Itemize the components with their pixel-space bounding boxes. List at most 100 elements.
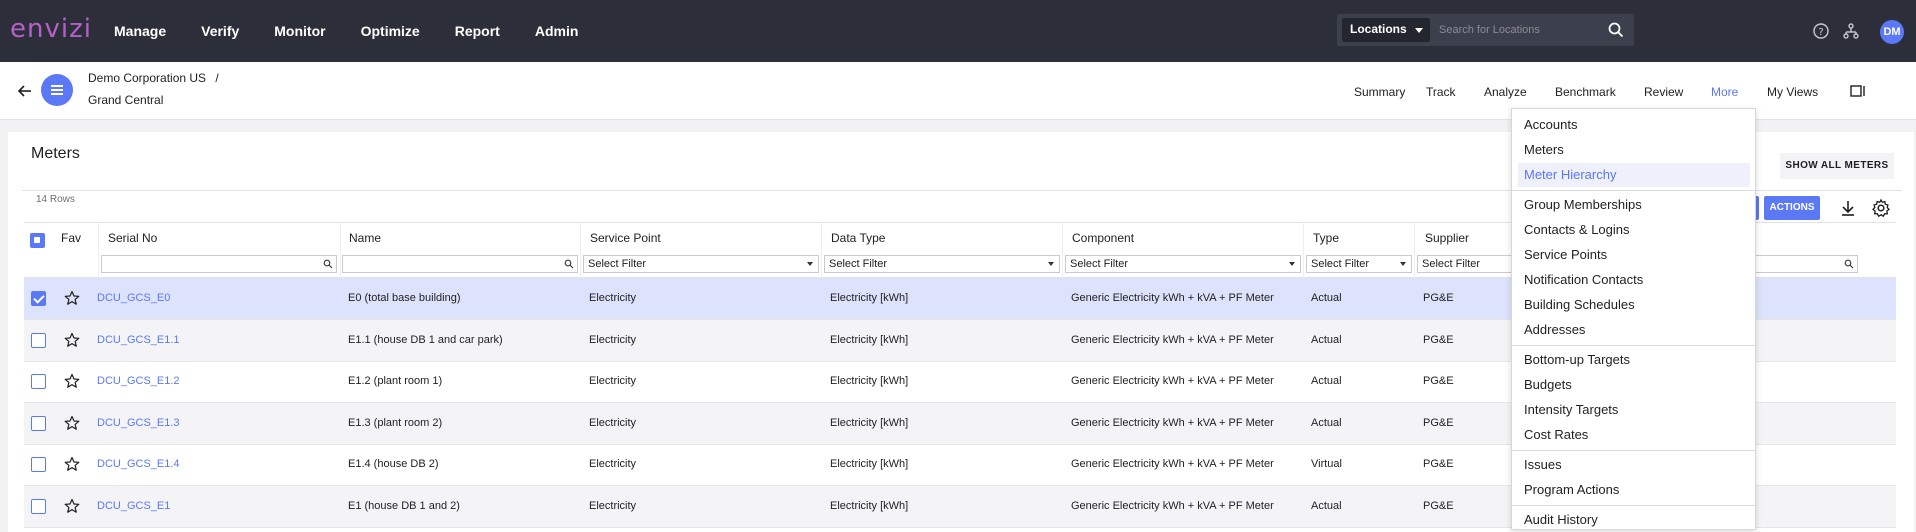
location-menu-button[interactable] [41, 74, 73, 106]
data-type: Electricity [kWh] [830, 292, 909, 304]
column-header-component[interactable]: Component [1072, 231, 1134, 245]
serial-no-link[interactable]: DCU_GCS_E1 [97, 500, 170, 512]
menu-item-issues[interactable]: Issues [1512, 453, 1755, 477]
favorite-star-icon[interactable] [64, 415, 80, 431]
favorite-star-icon[interactable] [64, 332, 80, 348]
menu-item-notification-contacts[interactable]: Notification Contacts [1512, 268, 1755, 292]
nav-verify[interactable]: Verify [201, 23, 239, 39]
serial-no-link[interactable]: DCU_GCS_E1.1 [97, 334, 180, 346]
service-point: Electricity [589, 458, 637, 470]
favorite-star-icon[interactable] [64, 498, 80, 514]
nav-admin[interactable]: Admin [535, 23, 579, 39]
row-checkbox[interactable] [31, 332, 46, 348]
nav-report[interactable]: Report [455, 23, 500, 39]
row-checkbox[interactable] [31, 498, 46, 514]
serial-no-link[interactable]: DCU_GCS_E1.4 [97, 458, 180, 470]
download-icon[interactable] [1838, 198, 1858, 218]
component: Generic Electricity kWh + kVA + PF Meter [1071, 499, 1274, 512]
menu-item-accounts[interactable]: Accounts [1512, 113, 1755, 137]
component: Generic Electricity kWh + kVA + PF Meter [1071, 458, 1274, 470]
breadcrumb-separator: / [215, 71, 219, 85]
nav-monitor[interactable]: Monitor [274, 23, 325, 39]
meter-type: Actual [1311, 292, 1342, 304]
component-filter[interactable]: Select Filter [1065, 255, 1301, 273]
menu-divider [1512, 190, 1755, 191]
serial-no-filter-input[interactable] [101, 255, 337, 273]
tab-more[interactable]: More [1711, 85, 1738, 99]
serial-no-link[interactable]: DCU_GCS_E0 [97, 292, 170, 304]
favorite-star-icon[interactable] [64, 290, 80, 306]
name-filter-input[interactable] [342, 255, 578, 273]
column-header-fav[interactable]: Fav [61, 231, 81, 245]
location-search-input[interactable] [1435, 18, 1605, 42]
help-icon[interactable]: ? [1812, 22, 1830, 40]
row-checkbox[interactable] [31, 291, 46, 306]
column-header-serial-no[interactable]: Serial No [108, 231, 157, 245]
column-header-name[interactable]: Name [349, 231, 381, 245]
nav-optimize[interactable]: Optimize [361, 23, 420, 39]
supplier: PG&E [1423, 292, 1454, 304]
hierarchy-icon[interactable] [1842, 22, 1860, 40]
menu-item-addresses[interactable]: Addresses [1512, 318, 1755, 342]
menu-item-meter-hierarchy[interactable]: Meter Hierarchy [1518, 163, 1750, 187]
search-icon [323, 259, 333, 269]
data-type-filter[interactable]: Select Filter [824, 255, 1060, 273]
service-point-filter[interactable]: Select Filter [583, 255, 819, 273]
component: Generic Electricity kWh + kVA + PF Meter [1071, 292, 1274, 304]
back-arrow-icon[interactable] [16, 82, 34, 100]
row-checkbox[interactable] [31, 415, 46, 431]
actions-button[interactable]: ACTIONS [1764, 196, 1820, 220]
menu-item-audit-history[interactable]: Audit History [1512, 508, 1755, 532]
menu-item-budgets[interactable]: Budgets [1512, 373, 1755, 397]
search-icon[interactable] [1607, 21, 1625, 39]
serial-no-link[interactable]: DCU_GCS_E1.3 [97, 417, 180, 429]
type-filter[interactable]: Select Filter [1306, 255, 1412, 273]
serial-no-link[interactable]: DCU_GCS_E1.2 [97, 375, 180, 387]
data-type: Electricity [kWh] [830, 333, 909, 346]
row-checkbox[interactable] [31, 457, 46, 472]
nav-manage[interactable]: Manage [114, 23, 166, 39]
tab-my-views[interactable]: My Views [1767, 85, 1818, 99]
tab-track[interactable]: Track [1426, 85, 1456, 99]
column-header-type[interactable]: Type [1313, 231, 1339, 245]
show-all-meters-button[interactable]: SHOW ALL METERS [1780, 153, 1894, 179]
gear-icon[interactable] [1871, 198, 1891, 218]
chevron-down-icon [1415, 28, 1423, 33]
menu-item-building-schedules[interactable]: Building Schedules [1512, 293, 1755, 317]
menu-item-contacts-logins[interactable]: Contacts & Logins [1512, 218, 1755, 242]
column-header-data-type[interactable]: Data Type [831, 231, 885, 245]
tab-analyze[interactable]: Analyze [1484, 85, 1527, 99]
menu-item-intensity-targets[interactable]: Intensity Targets [1512, 398, 1755, 422]
location-type-label: Locations [1350, 22, 1407, 36]
supplier: PG&E [1423, 416, 1454, 429]
supplier: PG&E [1423, 333, 1454, 346]
extra-column-filter-input[interactable] [1744, 255, 1858, 273]
favorite-star-icon[interactable] [64, 373, 80, 389]
select-all-checkbox[interactable] [30, 233, 45, 248]
user-avatar[interactable]: DM [1880, 20, 1904, 44]
envizi-logo[interactable]: envizi [10, 14, 92, 44]
supplier-filter[interactable]: Select Filter [1417, 255, 1517, 273]
menu-item-meters[interactable]: Meters [1512, 138, 1755, 162]
menu-item-group-memberships[interactable]: Group Memberships [1512, 193, 1755, 217]
tab-summary[interactable]: Summary [1354, 85, 1405, 99]
column-header-supplier[interactable]: Supplier [1425, 231, 1469, 245]
menu-item-program-actions[interactable]: Program Actions [1512, 478, 1755, 502]
menu-item-bottom-up-targets[interactable]: Bottom-up Targets [1512, 348, 1755, 372]
menu-item-cost-rates[interactable]: Cost Rates [1512, 423, 1755, 447]
breadcrumb-org[interactable]: Demo Corporation US [88, 71, 206, 85]
data-type: Electricity [kWh] [830, 416, 909, 429]
location-type-select[interactable]: Locations [1342, 18, 1430, 42]
search-icon [1844, 259, 1854, 269]
tab-review[interactable]: Review [1644, 85, 1683, 99]
view-toggle-icon[interactable] [1850, 85, 1866, 97]
menu-item-service-points[interactable]: Service Points [1512, 243, 1755, 267]
tab-benchmark[interactable]: Benchmark [1555, 85, 1616, 99]
component: Generic Electricity kWh + kVA + PF Meter [1071, 333, 1274, 346]
favorite-star-icon[interactable] [64, 456, 80, 472]
service-point: Electricity [589, 333, 637, 346]
column-header-service-point[interactable]: Service Point [590, 231, 661, 245]
svg-text:?: ? [1818, 27, 1823, 38]
data-type: Electricity [kWh] [830, 499, 909, 512]
row-checkbox[interactable] [31, 374, 46, 389]
